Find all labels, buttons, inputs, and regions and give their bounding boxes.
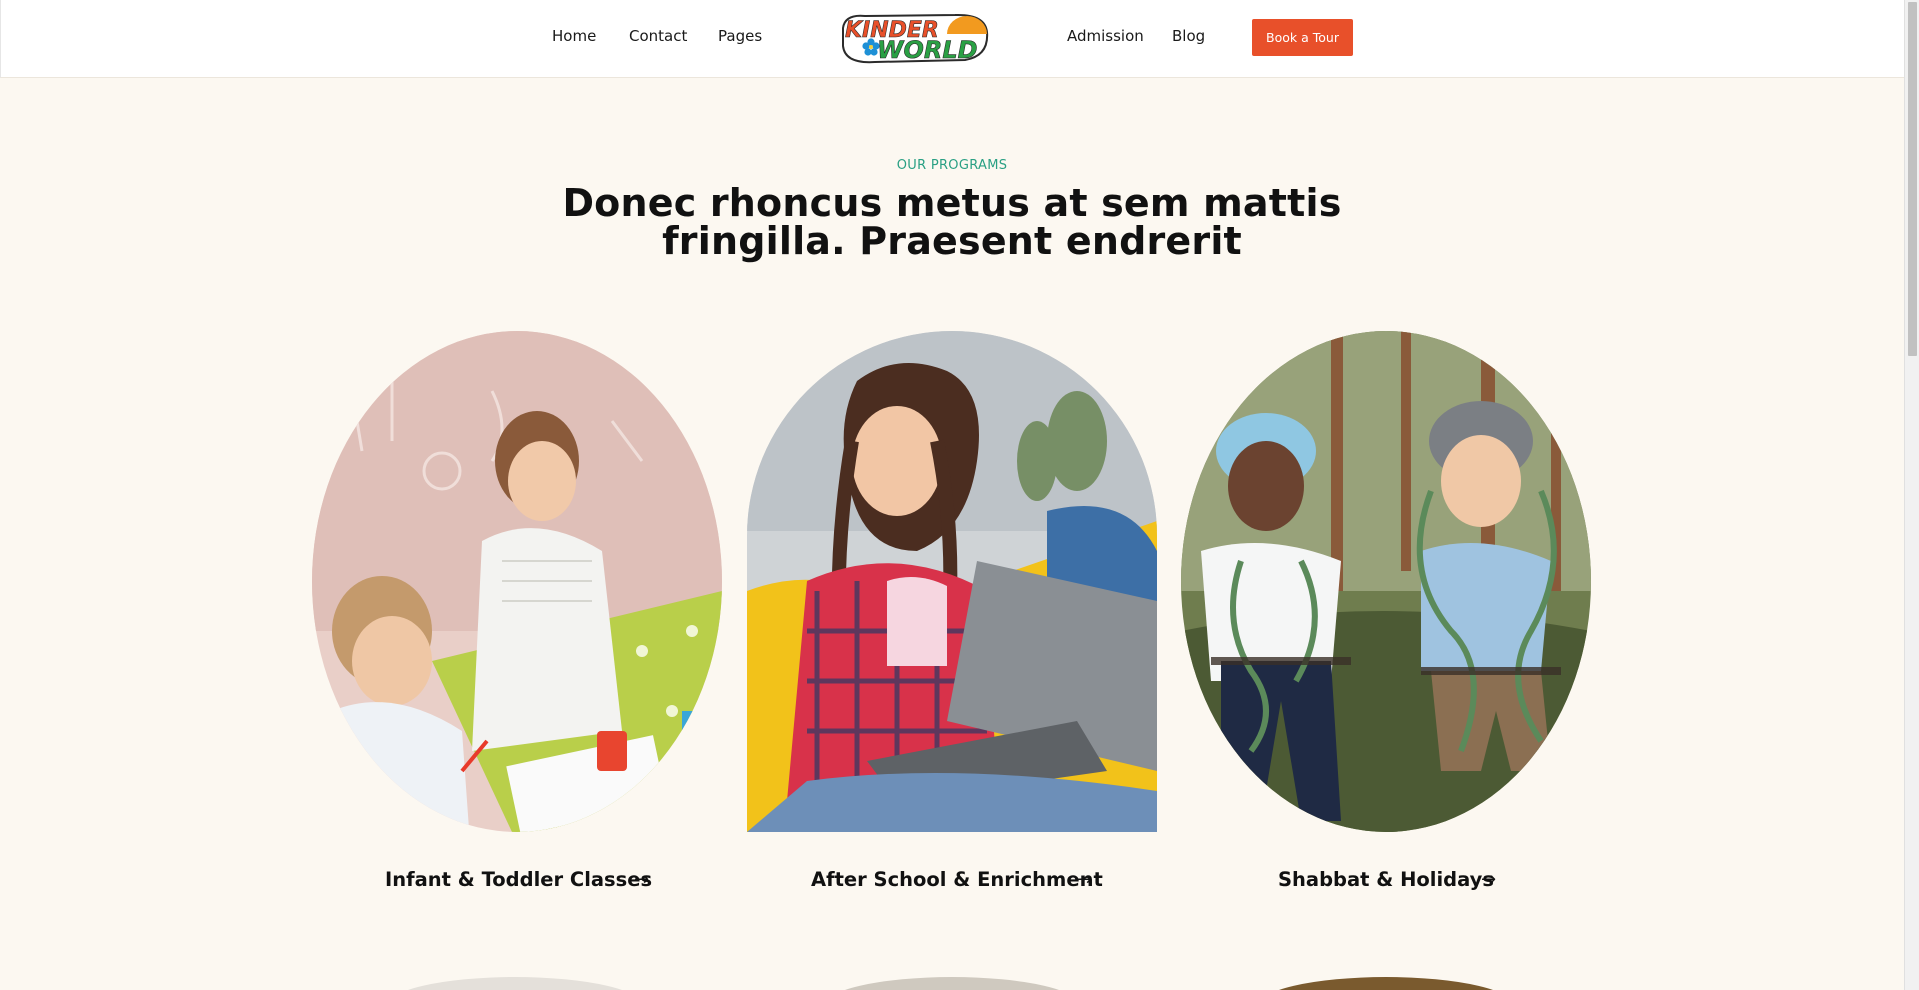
vertical-scrollbar[interactable] (1904, 0, 1919, 990)
section-title: Donec rhoncus metus at sem mattis fringi… (562, 181, 1342, 263)
kinderworld-logo[interactable]: KINDER WORLD (835, 10, 993, 66)
arrow-right-icon[interactable]: → (1481, 869, 1496, 890)
nav-home-link[interactable]: Home (552, 27, 596, 45)
scrollbar-thumb[interactable] (1908, 2, 1917, 356)
program-image-shabbat-holidays[interactable] (1181, 331, 1591, 832)
nav-pages-link[interactable]: Pages (718, 27, 762, 45)
logo-text-world: WORLD (877, 36, 978, 64)
program-link-after-school[interactable]: After School & Enrichment (811, 868, 1103, 891)
arrow-right-icon[interactable]: → (634, 869, 649, 890)
site-header: Home Contact Pages KINDER WORLD Admissio… (0, 0, 1904, 78)
program-image-infant-toddler[interactable] (312, 331, 722, 832)
nav-contact-link[interactable]: Contact (629, 27, 687, 45)
program-image-peek (822, 977, 1082, 990)
nav-blog-link[interactable]: Blog (1172, 27, 1205, 45)
section-eyebrow: OUR PROGRAMS (896, 158, 1008, 173)
program-link-infant-toddler[interactable]: Infant & Toddler Classes (385, 868, 652, 891)
book-a-tour-button[interactable]: Book a Tour (1252, 19, 1353, 56)
program-image-after-school[interactable] (747, 331, 1157, 832)
program-image-peek (385, 977, 645, 990)
nav-admission-link[interactable]: Admission (1067, 27, 1144, 45)
arrow-right-icon[interactable]: → (1077, 869, 1092, 890)
program-image-peek (1256, 977, 1516, 990)
program-link-shabbat-holidays[interactable]: Shabbat & Holidays (1278, 868, 1494, 891)
